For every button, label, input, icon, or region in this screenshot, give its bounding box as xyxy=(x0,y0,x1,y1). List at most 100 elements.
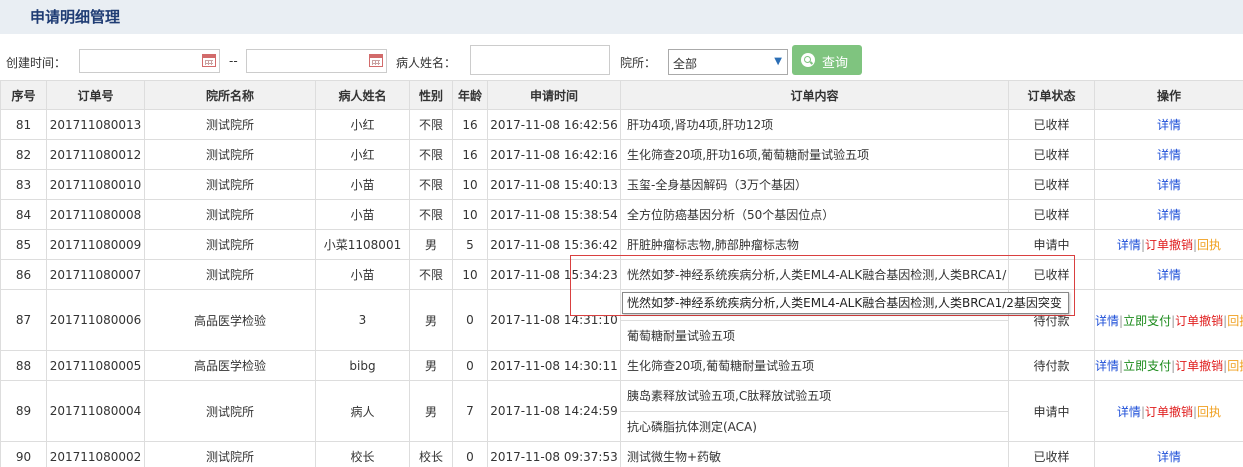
clinic-select[interactable]: 全部 ▼ xyxy=(668,49,788,75)
page-title: 申请明细管理 xyxy=(30,8,121,26)
receipt-link[interactable]: 回执 xyxy=(1227,314,1242,328)
table-row: 82 201711080012 测试院所 小红 不限 16 2017-11-08 16:42… xyxy=(0,139,1243,170)
cell-content: 肝功4项,肾功4项,肝功12项 xyxy=(620,109,1009,140)
cell-clinic: 高品医学检验 xyxy=(144,350,316,381)
cell-clinic: 测试院所 xyxy=(144,229,316,260)
cell-time: 2017-11-08 09:37:53 xyxy=(487,441,621,467)
detail-link[interactable]: 详情 xyxy=(1096,359,1120,373)
cell-status: 已收样 xyxy=(1008,199,1095,230)
cell-order-no: 201711080002 xyxy=(46,441,145,467)
cell-gender: 不限 xyxy=(409,259,453,290)
cell-patient: 小苗 xyxy=(315,259,410,290)
cancel-order-link[interactable]: 订单撤销 xyxy=(1145,405,1193,419)
patient-name-input[interactable] xyxy=(470,45,610,75)
calendar-icon[interactable] xyxy=(369,54,383,67)
cell-time: 2017-11-08 14:30:11 xyxy=(487,350,621,381)
cell-time: 2017-11-08 15:40:13 xyxy=(487,169,621,200)
cell-actions: 详情 xyxy=(1094,199,1243,230)
cell-content: 测试微生物+药敏 xyxy=(620,441,1009,467)
detail-link[interactable]: 详情 xyxy=(1157,208,1181,222)
page-header: 申请明细管理 xyxy=(0,0,1243,34)
table-row: 81 201711080013 测试院所 小红 不限 16 2017-11-08 16:42… xyxy=(0,109,1243,140)
col-header-clinic: 院所名称 xyxy=(144,80,316,110)
cell-content: 生化筛查20项,肝功16项,葡萄糖耐量试验五项 xyxy=(620,139,1009,170)
content-tooltip: 恍然如梦-神经系统疾病分析,人类EML4-ALK融合基因检测,人类BRCA1/2… xyxy=(622,292,1069,314)
cell-gender: 不限 xyxy=(409,139,453,170)
calendar-icon[interactable] xyxy=(202,54,216,67)
cell-actions: 详情|立即支付|订单撤销|回执 xyxy=(1094,350,1243,381)
cell-patient: 校长 xyxy=(315,441,410,467)
cell-seq: 90 xyxy=(0,441,47,467)
cancel-order-link[interactable]: 订单撤销 xyxy=(1175,314,1223,328)
date-to-input[interactable] xyxy=(246,49,387,73)
cell-gender: 不限 xyxy=(409,109,453,140)
cell-content: 生化筛查20项,葡萄糖耐量试验五项 xyxy=(620,350,1009,381)
cell-age: 10 xyxy=(452,169,488,200)
cancel-order-link[interactable]: 订单撤销 xyxy=(1175,359,1223,373)
detail-link[interactable]: 详情 xyxy=(1157,268,1181,282)
cell-gender: 不限 xyxy=(409,169,453,200)
cell-clinic: 测试院所 xyxy=(144,380,316,442)
detail-link[interactable]: 详情 xyxy=(1157,178,1181,192)
receipt-link[interactable]: 回执 xyxy=(1197,405,1221,419)
table-header-row: 序号 订单号 院所名称 病人姓名 性别 年龄 申请时间 订单内容 订单状态 操作 xyxy=(0,80,1243,110)
col-header-patient: 病人姓名 xyxy=(315,80,410,110)
cancel-order-link[interactable]: 订单撤销 xyxy=(1145,238,1193,252)
query-button[interactable]: 查询 xyxy=(792,45,862,75)
col-header-order-no: 订单号 xyxy=(46,80,145,110)
table-row: 86 201711080007 测试院所 小苗 不限 10 2017-11-08 15:34… xyxy=(0,259,1243,290)
cell-seq: 84 xyxy=(0,199,47,230)
receipt-link[interactable]: 回执 xyxy=(1227,359,1242,373)
cell-patient: 小苗 xyxy=(315,199,410,230)
cell-patient: 3 xyxy=(315,289,410,351)
detail-link[interactable]: 详情 xyxy=(1096,314,1120,328)
cell-gender: 校长 xyxy=(409,441,453,467)
order-table: 序号 订单号 院所名称 病人姓名 性别 年龄 申请时间 订单内容 订单状态 操作… xyxy=(0,80,1243,467)
cell-age: 10 xyxy=(452,259,488,290)
col-header-age: 年龄 xyxy=(452,80,488,110)
cell-status: 已收样 xyxy=(1008,441,1095,467)
date-range-separator: -- xyxy=(229,54,238,68)
cell-order-no: 201711080012 xyxy=(46,139,145,170)
cell-order-no: 201711080007 xyxy=(46,259,145,290)
cell-clinic: 测试院所 xyxy=(144,259,316,290)
detail-link[interactable]: 详情 xyxy=(1157,148,1181,162)
col-header-time: 申请时间 xyxy=(487,80,621,110)
cell-clinic: 高品医学检验 xyxy=(144,289,316,351)
chevron-down-icon: ▼ xyxy=(774,56,782,67)
cell-patient: 小菜1108001 xyxy=(315,229,410,260)
clinic-select-value: 全部 xyxy=(673,57,698,71)
cell-actions: 详情|订单撤销|回执 xyxy=(1094,229,1243,260)
cell-gender: 男 xyxy=(409,229,453,260)
cell-status: 已收样 xyxy=(1008,109,1095,140)
clinic-label: 院所： xyxy=(620,56,657,70)
cell-gender: 男 xyxy=(409,380,453,442)
cell-seq: 83 xyxy=(0,169,47,200)
cell-order-no: 201711080005 xyxy=(46,350,145,381)
cell-clinic: 测试院所 xyxy=(144,139,316,170)
receipt-link[interactable]: 回执 xyxy=(1197,238,1221,252)
cell-seq: 89 xyxy=(0,380,47,442)
table-row: 90 201711080002 测试院所 校长 校长 0 2017-11-08 09:37:… xyxy=(0,441,1243,467)
cell-order-no: 201711080004 xyxy=(46,380,145,442)
pay-now-link[interactable]: 立即支付 xyxy=(1123,314,1171,328)
cell-actions: 详情 xyxy=(1094,259,1243,290)
pay-now-link[interactable]: 立即支付 xyxy=(1123,359,1171,373)
cell-order-no: 201711080006 xyxy=(46,289,145,351)
cell-content: 玉玺-全身基因解码（3万个基因） xyxy=(620,169,1009,200)
col-header-status: 订单状态 xyxy=(1008,80,1095,110)
detail-link[interactable]: 详情 xyxy=(1117,238,1141,252)
cell-age: 0 xyxy=(452,350,488,381)
detail-link[interactable]: 详情 xyxy=(1157,118,1181,132)
date-from-input[interactable] xyxy=(79,49,220,73)
cell-clinic: 测试院所 xyxy=(144,199,316,230)
content-item: 胰岛素释放试验五项,C肽释放试验五项 xyxy=(627,389,832,403)
detail-link[interactable]: 详情 xyxy=(1117,405,1141,419)
cell-age: 16 xyxy=(452,109,488,140)
cell-seq: 86 xyxy=(0,259,47,290)
table-row: 85 201711080009 测试院所 小菜1108001 男 5 2017-11-08 … xyxy=(0,229,1243,260)
cell-status: 已收样 xyxy=(1008,259,1095,290)
cell-time: 2017-11-08 14:24:59 xyxy=(487,380,621,442)
cell-gender: 男 xyxy=(409,350,453,381)
detail-link[interactable]: 详情 xyxy=(1157,450,1181,464)
